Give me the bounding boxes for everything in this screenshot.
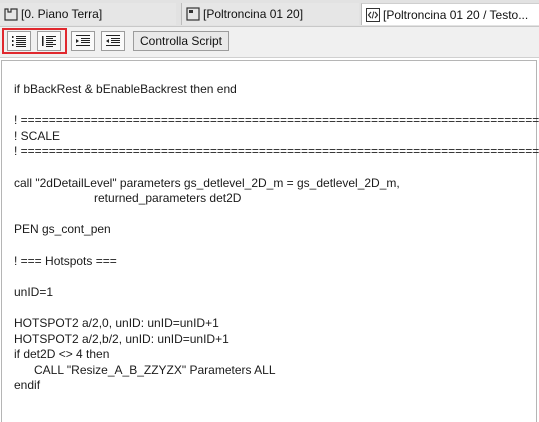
tab-piano-terra[interactable]: [0. Piano Terra] [0,3,176,25]
code-line: returned_parameters det2D [14,191,242,206]
outdent-list-icon [42,36,56,47]
script-code-icon [366,7,380,22]
outdent-left-button[interactable] [101,31,125,51]
indent-list-button[interactable] [7,31,31,51]
code-line: if bBackRest & bEnableBackrest then end [14,82,237,96]
code-line: ! SCALE [14,128,61,143]
indent-right-button[interactable] [71,31,95,51]
indent-list-icon [12,36,26,47]
check-script-button[interactable]: Controlla Script [133,31,229,51]
code-line: CALL "Resize_A_B_ZZYZX" Parameters ALL [14,362,276,377]
outdent-left-icon [106,35,120,46]
code-text[interactable]: if bBackRest & bEnableBackrest then end!… [14,82,539,394]
code-line: ! ======================================… [14,113,539,128]
code-line: HOTSPOT2 a/2,b/2, unID: unID=unID+1 [14,331,229,346]
object-editor-icon [186,7,200,21]
outdent-list-button[interactable] [37,31,61,51]
code-line: HOTSPOT2 a/2,0, unID: unID=unID+1 [14,315,219,330]
tab-label: [0. Piano Terra] [21,7,103,21]
indent-right-icon [76,35,90,46]
code-line: endif [14,378,41,393]
tab-bar: [0. Piano Terra] [Poltroncina 01 20] [Po… [0,0,539,27]
code-line: call "2dDetailLevel" parameters gs_detle… [14,175,400,190]
code-line: unID=1 [14,284,54,299]
code-line: if det2D <> 4 then [14,347,110,362]
script-editor[interactable]: if bBackRest & bEnableBackrest then end!… [1,60,539,422]
code-line: ! === Hotspots === [14,253,117,268]
code-line: PEN gs_cont_pen [14,222,111,237]
tab-script[interactable]: [Poltroncina 01 20 / Testo... [361,3,539,25]
script-toolbar: Controlla Script [0,27,539,58]
tab-label: [Poltroncina 01 20 / Testo... [383,7,529,22]
code-line: ! ======================================… [14,144,539,159]
tab-object[interactable]: [Poltroncina 01 20] [181,3,359,25]
tab-label: [Poltroncina 01 20] [203,7,304,21]
floor-plan-icon [4,8,18,21]
